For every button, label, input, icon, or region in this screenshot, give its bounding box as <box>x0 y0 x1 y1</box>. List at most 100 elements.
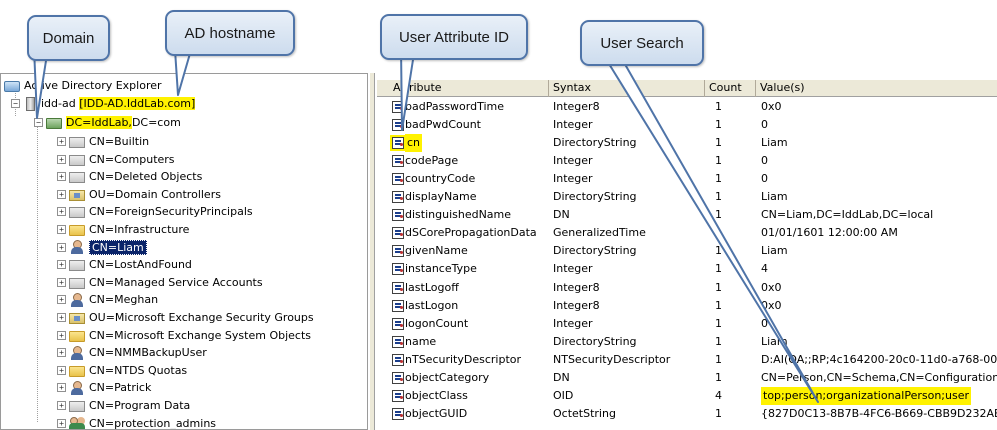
tree-item-label: CN=Microsoft Exchange System Objects <box>89 328 311 342</box>
tree-item[interactable]: + CN=NTDS Quotas <box>57 362 187 379</box>
tree-item[interactable]: + CN=Computers <box>57 151 175 168</box>
count-cell: 1 <box>715 406 722 420</box>
tree-item[interactable]: + CN=LostAndFound <box>57 256 192 273</box>
tree-item-label: CN=LostAndFound <box>89 258 192 272</box>
tree-item-label: CN=NMMBackupUser <box>89 346 207 360</box>
server-name: idd-ad <box>41 97 76 110</box>
attribute-icon <box>392 281 404 294</box>
table-row[interactable]: badPasswordTime Integer8 1 0x0 <box>377 98 997 116</box>
expand-icon[interactable]: + <box>57 172 66 182</box>
value-cell: 0 <box>761 154 768 168</box>
tree-item[interactable]: + CN=ForeignSecurityPrincipals <box>57 203 253 220</box>
tree-item-label: OU=Microsoft Exchange Security Groups <box>89 311 314 324</box>
attribute-icon <box>392 137 404 150</box>
table-row[interactable]: logonCount Integer 1 0 <box>377 315 997 333</box>
tree-item[interactable]: + CN=Microsoft Exchange System Objects <box>57 327 311 344</box>
tree-item[interactable]: + CN=Meghan <box>57 291 158 308</box>
expand-icon[interactable]: + <box>57 277 66 287</box>
tree-item[interactable]: + CN=Deleted Objects <box>57 168 202 185</box>
attribute-name-cell: codePage <box>405 154 459 168</box>
expand-icon[interactable]: + <box>57 330 66 340</box>
value-cell: Liam <box>761 136 788 150</box>
table-row[interactable]: givenName DirectoryString 1 Liam <box>377 242 997 260</box>
tree-item[interactable]: + CN=Managed Service Accounts <box>57 274 263 291</box>
tree-item[interactable]: + CN=Program Data <box>57 397 190 414</box>
expand-icon[interactable]: + <box>57 137 66 146</box>
tree-item-label: CN=Infrastructure <box>89 223 190 236</box>
table-row[interactable]: displayName DirectoryString 1 Liam <box>377 188 997 206</box>
table-row[interactable]: codePage Integer 1 0 <box>377 152 997 170</box>
table-row[interactable]: instanceType Integer 1 4 <box>377 260 997 278</box>
syntax-cell: OID <box>553 388 574 402</box>
tree-item[interactable]: + CN=NMMBackupUser <box>57 344 207 361</box>
table-row[interactable]: lastLogon Integer8 1 0x0 <box>377 297 997 315</box>
tree-item[interactable]: + CN=Liam <box>57 239 147 256</box>
tree-item[interactable]: + CN=Infrastructure <box>57 221 189 238</box>
expand-icon[interactable]: + <box>57 242 66 252</box>
expand-icon[interactable]: + <box>57 365 66 375</box>
container-icon <box>69 401 85 412</box>
expand-icon[interactable]: + <box>57 401 66 410</box>
expand-icon[interactable]: + <box>57 313 66 322</box>
attribute-grid[interactable]: Attribute Syntax Count Value(s) badPassw… <box>377 73 997 430</box>
tree-item[interactable]: + CN=protection_admins <box>57 415 216 429</box>
table-row[interactable]: badPwdCount Integer 1 0 <box>377 116 997 134</box>
column-header-values[interactable]: Value(s) <box>756 80 997 97</box>
syntax-cell: Integer8 <box>553 100 600 113</box>
user-icon <box>69 240 85 255</box>
table-row[interactable]: dSCorePropagationData GeneralizedTime 1 01/… <box>377 224 997 242</box>
expand-icon[interactable]: + <box>57 348 66 358</box>
attribute-icon <box>392 173 404 186</box>
expand-icon[interactable]: + <box>57 383 66 393</box>
expand-icon[interactable]: + <box>57 207 66 217</box>
count-cell: 1 <box>715 100 722 113</box>
table-row[interactable]: distinguishedName DN 1 CN=Liam,DC=IddLab,DC… <box>377 206 997 224</box>
table-row[interactable]: objectGUID OctetString 1 {827D0C13-8B7B-4FC… <box>377 405 997 423</box>
column-header-syntax[interactable]: Syntax <box>549 80 705 97</box>
count-cell: 1 <box>715 334 722 348</box>
expand-icon[interactable]: + <box>57 225 66 234</box>
tree-item[interactable]: + CN=Builtin <box>57 133 149 150</box>
column-header-attribute[interactable]: Attribute <box>389 80 549 97</box>
container-icon <box>69 207 85 219</box>
tree-root-item[interactable]: Active Directory Explorer <box>4 77 162 94</box>
table-row[interactable]: countryCode Integer 1 0 <box>377 170 997 188</box>
expand-icon[interactable]: + <box>57 295 66 305</box>
expand-icon[interactable]: + <box>57 189 66 199</box>
attribute-icon <box>392 353 404 366</box>
value-cell: top;person;organizationalPerson;user <box>761 386 971 405</box>
table-row[interactable]: name DirectoryString 1 Liam <box>377 333 997 351</box>
tree-domain-item[interactable]: − DC=IddLab, DC=com <box>34 114 181 131</box>
syntax-cell: DN <box>553 370 570 384</box>
count-cell: 1 <box>715 352 722 366</box>
table-row[interactable]: objectCategory DN 1 CN=Person,CN=Schema,CN=… <box>377 369 997 387</box>
table-row[interactable]: cn DirectoryString 1 Liam <box>377 134 997 153</box>
attribute-name-cell: dSCorePropagationData <box>405 226 537 240</box>
table-row[interactable]: objectClass OID 4 top;person;organizational… <box>377 386 997 405</box>
value-cell: 0x0 <box>761 100 782 113</box>
attribute-icon <box>392 371 404 384</box>
container-icon <box>69 260 85 272</box>
tree-item[interactable]: + OU=Domain Controllers <box>57 186 221 203</box>
value-cell: 0x0 <box>761 298 782 312</box>
table-row[interactable]: nTSecurityDescriptor NTSecurityDescriptor… <box>377 351 997 369</box>
attribute-name-cell: lastLogoff <box>405 280 459 294</box>
tree-item[interactable]: + OU=Microsoft Exchange Security Groups <box>57 309 314 326</box>
attribute-icon <box>392 317 404 330</box>
value-cell: 4 <box>761 262 768 276</box>
syntax-cell: Integer <box>553 154 593 168</box>
expand-icon[interactable]: + <box>57 260 66 270</box>
column-header-count[interactable]: Count <box>705 80 756 97</box>
collapse-icon[interactable]: − <box>34 118 43 127</box>
table-row[interactable]: lastLogoff Integer8 1 0x0 <box>377 279 997 297</box>
expand-icon[interactable]: + <box>57 418 66 428</box>
ad-explorer-icon <box>4 81 20 92</box>
attribute-name-cell: givenName <box>405 244 468 258</box>
expand-icon[interactable]: + <box>57 154 66 164</box>
pane-splitter[interactable] <box>369 73 375 430</box>
ad-tree-pane[interactable]: Active Directory Explorer − idd-ad [IDD-… <box>0 73 368 430</box>
collapse-icon[interactable]: − <box>11 99 20 108</box>
tree-item-label: CN=Meghan <box>89 293 159 307</box>
tree-item[interactable]: + CN=Patrick <box>57 379 151 396</box>
tree-server-item[interactable]: − idd-ad [IDD-AD.IddLab.com] <box>11 95 196 112</box>
